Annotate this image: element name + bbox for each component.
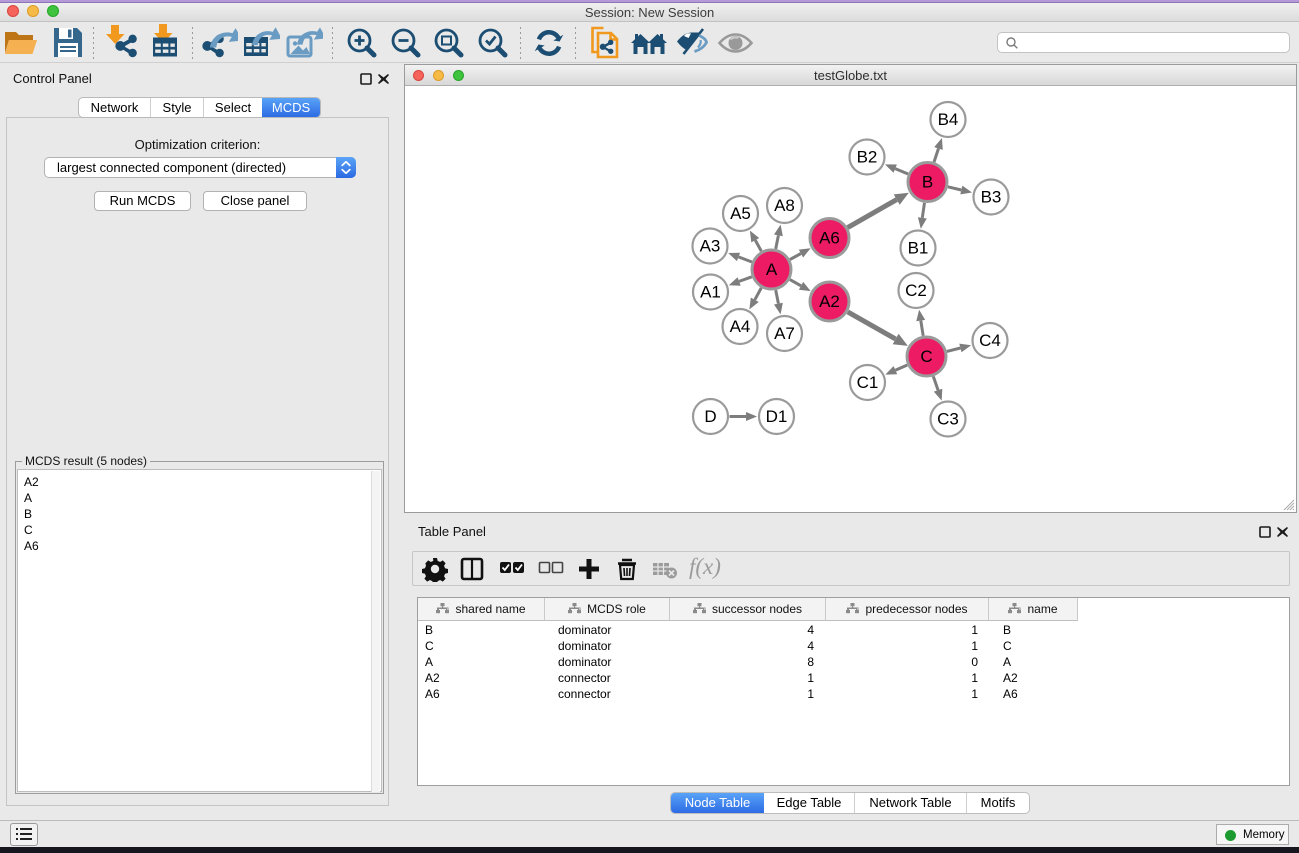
svg-text:D1: D1 xyxy=(766,407,788,426)
svg-text:C2: C2 xyxy=(905,281,927,300)
svg-text:A: A xyxy=(766,260,778,279)
svg-text:C1: C1 xyxy=(857,373,879,392)
svg-text:B: B xyxy=(922,173,933,192)
svg-text:C: C xyxy=(920,347,932,366)
svg-text:A2: A2 xyxy=(819,292,840,311)
svg-text:C3: C3 xyxy=(937,410,959,429)
svg-text:A3: A3 xyxy=(700,237,721,256)
svg-text:D: D xyxy=(704,407,716,426)
svg-text:B2: B2 xyxy=(857,148,878,167)
svg-text:A4: A4 xyxy=(730,317,751,336)
svg-text:B3: B3 xyxy=(981,188,1002,207)
svg-text:A7: A7 xyxy=(774,324,795,343)
svg-text:A8: A8 xyxy=(774,196,795,215)
svg-text:A5: A5 xyxy=(730,204,751,223)
svg-text:C4: C4 xyxy=(979,331,1001,350)
svg-text:A6: A6 xyxy=(819,229,840,248)
svg-text:B1: B1 xyxy=(908,239,929,258)
svg-text:A1: A1 xyxy=(700,283,721,302)
svg-text:B4: B4 xyxy=(938,110,959,129)
